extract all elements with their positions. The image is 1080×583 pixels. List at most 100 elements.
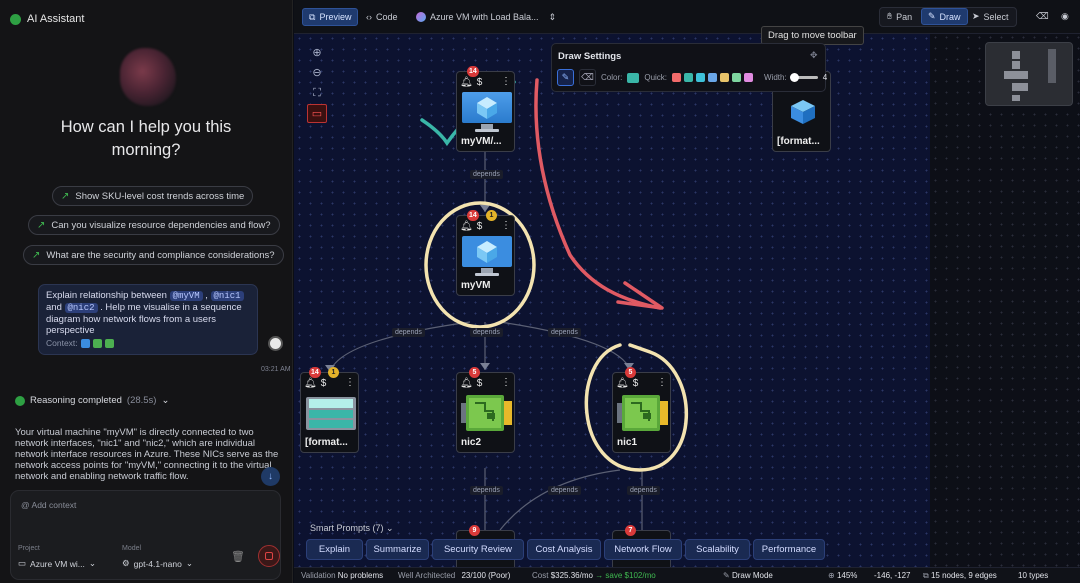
zoom-controls: ⊕ ⊖ ⛶ ▭	[307, 43, 327, 123]
smart-prompts-toggle[interactable]: Smart Prompts (7) ⌄	[310, 523, 394, 534]
savings: → save $102/mo	[595, 571, 656, 580]
node-label: nic1	[617, 437, 638, 448]
diagram-selector[interactable]: Azure VM with Load Bala... ⇕	[410, 8, 562, 26]
quick-color-swatch[interactable]	[744, 73, 754, 82]
status-mode: ✎ Draw Mode	[723, 571, 773, 580]
alert-badge: 9	[469, 525, 480, 536]
bell-icon: 🔔︎	[460, 220, 473, 232]
hand-icon: ✋︎	[887, 11, 893, 21]
move-icon[interactable]: ✥	[810, 50, 818, 61]
slider-thumb[interactable]	[789, 73, 799, 82]
pan-button[interactable]: ✋︎ Pan	[881, 8, 918, 25]
node-nic2[interactable]: 5 🔔︎ $ ⋮ nic2	[456, 367, 515, 453]
draw-settings-title: Draw Settings	[558, 51, 622, 62]
node-format-left[interactable]: 14 1 🔔︎ $ ⋮ [format...	[300, 367, 359, 453]
tab-code[interactable]: ‹› Code	[360, 8, 404, 26]
status-zoom: ⊕ 145%	[828, 571, 858, 580]
annotation-arrow-head	[616, 281, 664, 310]
visibility-button[interactable]: ◉	[1055, 8, 1075, 25]
node-myvm[interactable]: 14 1 🔔︎ $ ⋮ myVM	[456, 210, 515, 296]
more-icon[interactable]: ⋮	[501, 378, 511, 388]
zoom-in-button[interactable]: ⊕	[307, 43, 327, 61]
color-label: Color:	[601, 73, 623, 82]
cost-icon: $	[320, 377, 327, 389]
zoom-out-button[interactable]: ⊖	[307, 63, 327, 81]
quick-color-swatch[interactable]	[720, 73, 730, 82]
cost-icon: $	[476, 377, 483, 389]
tab-preview[interactable]: ⧉ Preview	[302, 8, 359, 26]
status-coords: -146, -127	[874, 571, 911, 580]
zoom-in-icon: ⊕	[312, 46, 322, 59]
vmss-icon	[776, 91, 829, 133]
chevron-down-icon: ⌄	[386, 523, 394, 533]
pencil-icon: ✎	[723, 571, 730, 580]
status-cost[interactable]: Cost $325.36/mo → save $102/mo	[532, 571, 656, 580]
prompt-cost-analysis[interactable]: Cost Analysis	[527, 539, 601, 560]
edge-label: depends	[548, 486, 581, 495]
status-counts: ⧉ 15 nodes, 9 edges	[923, 571, 997, 580]
diagram-icon: ⧉	[309, 11, 316, 22]
eraser-tool-button[interactable]: ⌫	[579, 69, 596, 86]
quick-color-swatch[interactable]	[708, 73, 718, 82]
storage-icon	[304, 392, 357, 434]
draw-button[interactable]: ✎ Draw	[921, 8, 968, 25]
status-types: 10 types	[1018, 571, 1049, 580]
quick-color-swatch[interactable]	[684, 73, 694, 82]
zoom-out-icon: ⊖	[312, 67, 322, 80]
bell-icon: 🔔︎	[304, 377, 317, 389]
node-label: myVM	[461, 280, 491, 291]
prompt-scalability[interactable]: Scalability	[685, 539, 750, 560]
quick-label: Quick:	[644, 73, 668, 82]
pencil-icon: ✎	[928, 11, 936, 21]
cursor-icon: ➤	[972, 11, 980, 21]
diagram-edges	[325, 78, 689, 531]
more-icon[interactable]: ⋮	[657, 378, 667, 388]
edge-label: depends	[470, 486, 503, 495]
prompt-performance[interactable]: Performance	[753, 539, 825, 560]
more-icon[interactable]: ⋮	[345, 378, 355, 388]
more-icon[interactable]: ⋮	[501, 221, 511, 231]
fit-view-button[interactable]: ⛶	[307, 84, 327, 102]
vm-icon	[460, 235, 513, 277]
annotation-arrow-stroke	[534, 78, 662, 310]
width-label: Width:	[764, 73, 787, 82]
node-myvm-ext[interactable]: 14 🔔︎ $ ⋮ myVM/...	[456, 66, 515, 152]
chevron-updown-icon: ⇕	[548, 11, 557, 22]
prompt-explain[interactable]: Explain	[306, 539, 363, 560]
status-well-architected[interactable]: Well Architected 23/100 (Poor)	[398, 571, 510, 580]
cost-icon: $	[476, 220, 483, 232]
eraser-icon: ⌫	[1036, 11, 1049, 21]
toggle-lock-button[interactable]: ▭	[307, 104, 327, 123]
bell-icon: 🔔︎	[460, 76, 473, 88]
edge-label: depends	[392, 328, 425, 337]
node-nic1[interactable]: 5 🔔︎ $ ⋮ nic1	[612, 367, 671, 453]
quick-color-swatch[interactable]	[732, 73, 742, 82]
cost-icon: $	[632, 377, 639, 389]
current-color-swatch[interactable]	[627, 72, 640, 83]
zoom-icon: ⊕	[828, 571, 835, 580]
alert-badge: 7	[625, 525, 636, 536]
node-label: nic2	[461, 437, 482, 448]
prompt-security-review[interactable]: Security Review	[432, 539, 524, 560]
nic-icon	[616, 392, 669, 434]
edge-label: depends	[470, 328, 503, 337]
width-slider[interactable]	[789, 73, 818, 82]
eraser-icon: ⌫	[581, 72, 594, 82]
graph-icon: ⧉	[923, 571, 929, 580]
edge-label: depends	[627, 486, 660, 495]
prompt-network-flow[interactable]: Network Flow	[604, 539, 682, 560]
quick-color-swatch[interactable]	[696, 73, 706, 82]
node-label: [format...	[305, 437, 348, 448]
minimap[interactable]	[985, 42, 1073, 106]
draw-settings-panel: Draw Settings ✥ ✎ ⌫ Color: Quick: Width:…	[551, 43, 828, 92]
eraser-button[interactable]: ⌫	[1030, 8, 1055, 25]
quick-color-swatch[interactable]	[672, 73, 682, 82]
prompt-summarize[interactable]: Summarize	[366, 539, 429, 560]
pen-icon: ✎	[561, 72, 570, 82]
pen-tool-button[interactable]: ✎	[557, 69, 574, 86]
width-value: 4	[822, 73, 828, 82]
select-button[interactable]: ➤ Select	[966, 8, 1015, 25]
cost-icon: $	[476, 76, 483, 88]
status-validation[interactable]: Validation No problems	[301, 571, 383, 580]
more-icon[interactable]: ⋮	[501, 77, 511, 87]
